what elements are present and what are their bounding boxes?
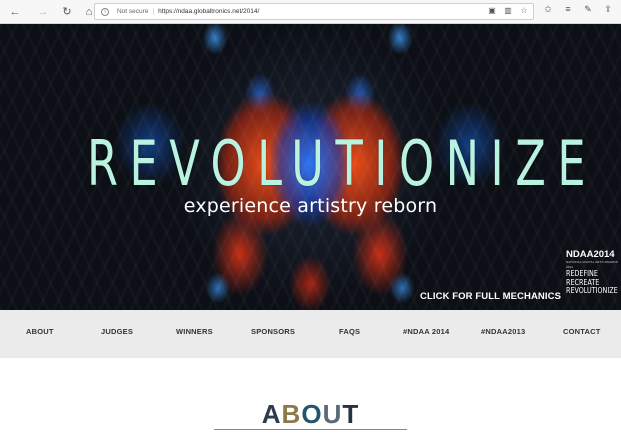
nav-item-contact[interactable]: CONTACT [563,327,601,336]
favorite-star-icon[interactable]: ☆ [519,6,529,15]
nav-item-sponsors[interactable]: SPONSORS [251,327,295,336]
nav-item-judges[interactable]: JUDGES [101,327,133,336]
hero-banner[interactable]: REVOLUTIONIZE experience artistry reborn… [0,24,621,310]
full-mechanics-link[interactable]: CLICK FOR FULL MECHANICS [420,291,561,302]
address-separator: | [152,8,155,15]
refresh-icon[interactable]: ↻ [58,3,76,21]
browser-toolbar: ← → ↻ ⌂ i Not secure | https://ndaa.glob… [0,0,621,24]
about-letter-o: O [301,399,323,429]
brand-name: NDAA2014 [566,249,615,260]
about-divider [214,429,407,430]
main-nav: ABOUT JUDGES WINNERS SPONSORS FAQS #NDAA… [0,310,621,358]
hero-subtitle: experience artistry reborn [183,195,438,217]
back-icon[interactable]: ← [6,3,24,21]
nav-item-ndaa-2014[interactable]: #NDAA 2014 [403,327,449,336]
brand-word-revolutionize: REVOLUTIONIZE [566,286,618,295]
about-letter-u: U [322,399,343,429]
ndaa-logo: NDAA2014 NATIONAL DIGITAL ARTS AWARDS 20… [566,250,620,296]
nav-item-faqs[interactable]: FAQS [339,327,360,336]
nav-item-ndaa2013[interactable]: #NDAA2013 [481,327,525,336]
collections-icon[interactable]: ≡ [562,4,574,15]
favorites-bar-icon[interactable]: ✩ [542,4,554,15]
about-letter-t: T [342,399,360,429]
pen-icon[interactable]: ✎ [582,4,594,15]
address-bar[interactable]: i Not secure | https://ndaa.globaltronic… [94,3,534,20]
about-letter-b: B [281,399,302,429]
url-text[interactable]: https://ndaa.globaltronics.net/2014/ [158,8,259,15]
forward-icon[interactable]: → [34,3,52,21]
nav-item-winners[interactable]: WINNERS [176,327,213,336]
hero-title: REVOLUTIONIZE [86,127,598,200]
info-icon[interactable]: i [101,7,109,16]
share-icon[interactable]: ⇪ [602,4,614,15]
tracking-icon[interactable]: ▣ [487,6,497,15]
security-label: Not secure [117,8,149,15]
about-heading: ABOUT [0,399,621,430]
about-letter-a: A [261,399,282,429]
nav-item-about[interactable]: ABOUT [26,327,54,336]
reading-view-icon[interactable]: ▥ [503,6,513,15]
